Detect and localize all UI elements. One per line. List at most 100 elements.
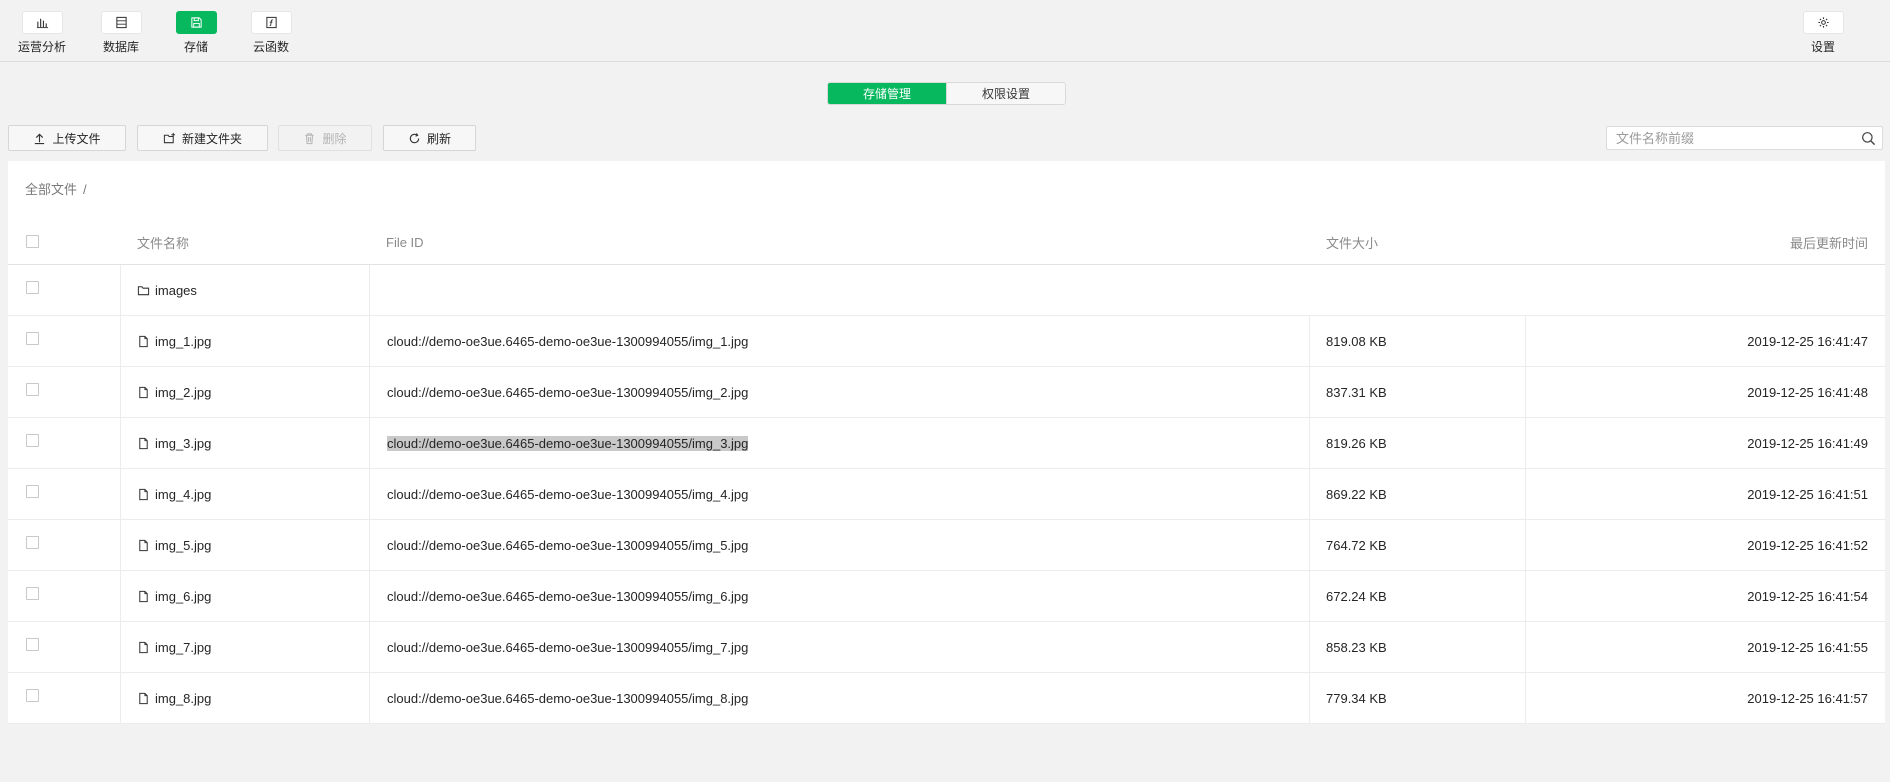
file-name-cell[interactable]: img_8.jpg [137, 673, 211, 724]
row-checkbox[interactable] [26, 638, 39, 651]
row-checkbox[interactable] [26, 383, 39, 396]
function-icon [265, 16, 277, 29]
column-divider [369, 316, 370, 367]
column-divider [1309, 367, 1310, 418]
column-divider [120, 571, 121, 622]
file-size: 858.23 KB [1326, 640, 1387, 655]
file-icon [139, 488, 148, 501]
file-icon [139, 437, 148, 450]
file-name: img_8.jpg [155, 691, 212, 706]
search-input[interactable] [1607, 127, 1852, 149]
file-name: img_3.jpg [155, 436, 212, 451]
tab-storage-management[interactable]: 存储管理 [828, 83, 946, 104]
table-row[interactable]: img_5.jpg cloud://demo-oe3ue.6465-demo-oe… [8, 520, 1885, 571]
file-size: 672.24 KB [1326, 589, 1387, 604]
file-name-cell[interactable]: img_4.jpg [137, 469, 211, 520]
file-id: cloud://demo-oe3ue.6465-demo-oe3ue-13009… [387, 487, 749, 502]
row-checkbox[interactable] [26, 332, 39, 345]
column-divider [369, 265, 370, 316]
bar-chart-icon [36, 18, 48, 29]
file-name: img_2.jpg [155, 385, 212, 400]
gear-icon [1817, 17, 1829, 28]
settings-button[interactable]: 设置 [1790, 11, 1856, 57]
table-row[interactable]: img_1.jpg cloud://demo-oe3ue.6465-demo-oe… [8, 316, 1885, 367]
toolbar-item-cloud-function[interactable]: 云函数 [238, 11, 304, 57]
file-name-cell[interactable]: img_5.jpg [137, 520, 211, 571]
table-row[interactable]: img_7.jpg cloud://demo-oe3ue.6465-demo-oe… [8, 622, 1885, 673]
column-divider [1525, 673, 1526, 724]
file-id-cell[interactable]: cloud://demo-oe3ue.6465-demo-oe3ue-13009… [387, 469, 748, 520]
table-row[interactable]: img_8.jpg cloud://demo-oe3ue.6465-demo-oe… [8, 673, 1885, 724]
row-checkbox[interactable] [26, 434, 39, 447]
folder-name-cell[interactable]: images [137, 265, 197, 316]
file-updated-time: 2019-12-25 16:41:57 [1747, 691, 1868, 706]
file-updated-time: 2019-12-25 16:41:48 [1747, 385, 1868, 400]
file-id-cell[interactable]: cloud://demo-oe3ue.6465-demo-oe3ue-13009… [387, 520, 748, 571]
file-id-cell[interactable]: cloud://demo-oe3ue.6465-demo-oe3ue-13009… [387, 673, 748, 724]
column-divider [1525, 469, 1526, 520]
file-id-cell[interactable]: cloud://demo-oe3ue.6465-demo-oe3ue-13009… [387, 367, 748, 418]
column-divider [1309, 520, 1310, 571]
column-divider [1309, 622, 1310, 673]
file-size: 869.22 KB [1326, 487, 1387, 502]
toolbar-item-database[interactable]: 数据库 [88, 11, 154, 57]
column-divider [369, 622, 370, 673]
file-id-cell[interactable]: cloud://demo-oe3ue.6465-demo-oe3ue-13009… [387, 571, 748, 622]
refresh-label: 刷新 [426, 131, 451, 146]
file-id-cell[interactable]: cloud://demo-oe3ue.6465-demo-oe3ue-13009… [387, 622, 748, 673]
file-icon [139, 641, 148, 654]
file-panel: 全部文件 / 文件名称 File ID 文件大小 最后更新时间 images im… [8, 161, 1885, 724]
file-name-cell[interactable]: img_7.jpg [137, 622, 211, 673]
column-header-file-id: File ID [386, 235, 424, 250]
file-name-cell[interactable]: img_2.jpg [137, 367, 211, 418]
column-divider [1309, 673, 1310, 724]
column-divider [369, 520, 370, 571]
row-checkbox[interactable] [26, 281, 39, 294]
file-size: 764.72 KB [1326, 538, 1387, 553]
file-id: cloud://demo-oe3ue.6465-demo-oe3ue-13009… [387, 640, 749, 655]
row-checkbox[interactable] [26, 587, 39, 600]
column-header-size: 文件大小 [1326, 236, 1379, 251]
file-id: cloud://demo-oe3ue.6465-demo-oe3ue-13009… [387, 334, 749, 349]
file-icon [139, 692, 148, 705]
column-divider [369, 673, 370, 724]
file-name-cell[interactable]: img_3.jpg [137, 418, 211, 469]
row-checkbox[interactable] [26, 485, 39, 498]
table-row[interactable]: img_2.jpg cloud://demo-oe3ue.6465-demo-oe… [8, 367, 1885, 418]
delete-button[interactable]: 删除 [278, 125, 372, 151]
file-icon [139, 590, 148, 603]
file-id-cell[interactable]: cloud://demo-oe3ue.6465-demo-oe3ue-13009… [387, 418, 749, 469]
breadcrumb-root[interactable]: 全部文件 [25, 182, 77, 197]
file-id-cell[interactable]: cloud://demo-oe3ue.6465-demo-oe3ue-13009… [387, 316, 748, 367]
select-all-checkbox[interactable] [26, 235, 39, 248]
table-row[interactable]: img_4.jpg cloud://demo-oe3ue.6465-demo-oe… [8, 469, 1885, 520]
column-divider [1309, 316, 1310, 367]
tab-permission-settings[interactable]: 权限设置 [946, 83, 1065, 104]
row-checkbox[interactable] [26, 536, 39, 549]
breadcrumb-separator: / [83, 182, 87, 197]
toolbar-label-storage: 存储 [183, 40, 208, 54]
file-name-cell[interactable]: img_6.jpg [137, 571, 211, 622]
refresh-button[interactable]: 刷新 [383, 125, 476, 151]
new-folder-button[interactable]: 新建文件夹 [137, 125, 268, 151]
row-checkbox[interactable] [26, 689, 39, 702]
toolbar-label-analytics: 运营分析 [17, 40, 66, 54]
search-icon[interactable] [1861, 131, 1876, 146]
toolbar-item-analytics[interactable]: 运营分析 [9, 11, 75, 57]
file-name-cell[interactable]: img_1.jpg [137, 316, 211, 367]
new-folder-icon [163, 132, 176, 143]
column-divider [369, 469, 370, 520]
toolbar-label-database: 数据库 [102, 40, 139, 54]
column-header-updated: 最后更新时间 [1789, 236, 1868, 251]
file-id: cloud://demo-oe3ue.6465-demo-oe3ue-13009… [387, 436, 749, 451]
file-id: cloud://demo-oe3ue.6465-demo-oe3ue-13009… [387, 691, 749, 706]
table-row[interactable]: img_6.jpg cloud://demo-oe3ue.6465-demo-oe… [8, 571, 1885, 622]
column-divider [120, 316, 121, 367]
table-row[interactable]: img_3.jpg cloud://demo-oe3ue.6465-demo-oe… [8, 418, 1885, 469]
delete-label: 删除 [322, 131, 347, 146]
settings-label: 设置 [1810, 40, 1835, 54]
toolbar-item-storage[interactable]: 存储 [163, 11, 229, 57]
folder-row[interactable]: images [8, 265, 1885, 316]
upload-file-button[interactable]: 上传文件 [8, 125, 126, 151]
toolbar-label-cloud-function: 云函数 [252, 40, 289, 54]
